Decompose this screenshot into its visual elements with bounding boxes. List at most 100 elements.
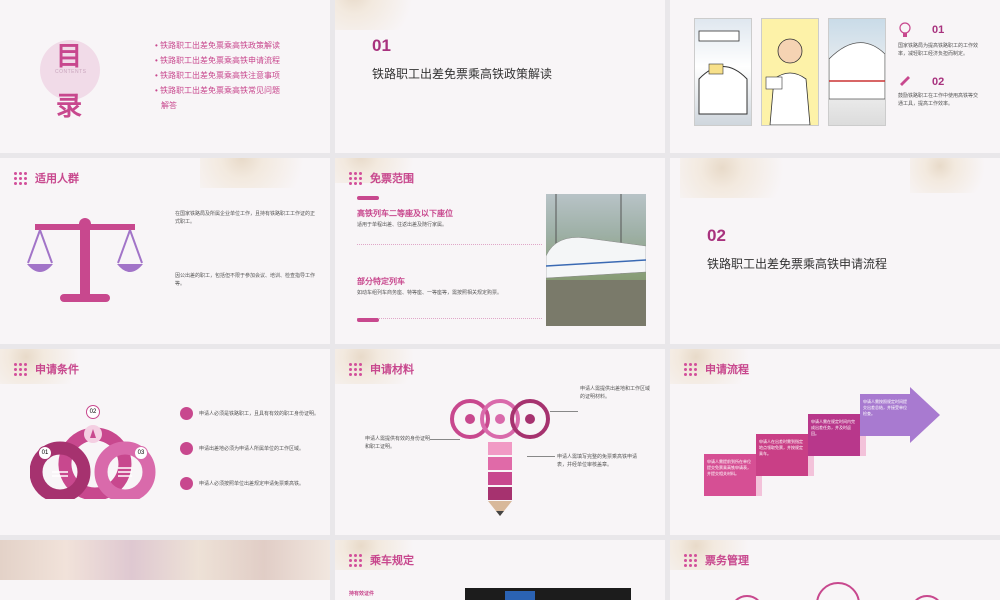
slide-applicable[interactable]: 适用人群 在国家铁路局及所属企业单位工作，且持有铁路职工工作证的正式职工。 因公…: [0, 158, 330, 344]
accent-bar-bottom: [357, 318, 379, 322]
dots-icon: [684, 362, 697, 376]
slide-policy[interactable]: 01 国家铁路局为提高铁路职工的工作效率，减轻职工经济负担而制定。 02 鼓励铁…: [670, 0, 1000, 153]
list-icon: [180, 477, 193, 490]
stair-side-1: [756, 476, 762, 496]
cartoon-image-hsr: [828, 18, 886, 126]
connector-line: [430, 439, 460, 440]
section-title: 铁路职工出差免票乘高铁申请流程: [707, 257, 888, 271]
slide-rules[interactable]: 乘车规定 持有效证件: [335, 540, 665, 600]
pencil-diagram: [445, 394, 555, 524]
process-step-4: 申请人需按照规定时间提交出差总结，并接受单位检查。: [863, 399, 907, 416]
slide-header: 申请流程: [684, 361, 749, 377]
process-step-2: 申请人在出差时需到指定地点领取免票，并按规定乘车。: [759, 439, 803, 456]
high-speed-train-icon: [545, 194, 647, 326]
flower-decoration: [680, 158, 820, 198]
material-text-3: 申请人需填写完整的免票乘高铁申请表，并经单位审核盖章。: [557, 454, 638, 468]
slide-toc[interactable]: 目 CONTENTS 录 • 铁路职工出差免票乘高铁政策解读 • 铁路职工出差免…: [0, 0, 330, 153]
slide-process[interactable]: 申请流程 申请人需提前到所在单位提交免票乘高铁申请表，并提交相关材料。 申请人在…: [670, 349, 1000, 535]
rules-subheading: 持有效证件: [349, 591, 375, 597]
flower-decoration: [0, 540, 330, 580]
stair-side-2: [808, 456, 814, 476]
scale-icon: [25, 208, 155, 313]
slide-header: 乘车规定: [349, 552, 414, 568]
slide-section-2[interactable]: 02 铁路职工出差免票乘高铁申请流程: [670, 158, 1000, 344]
slide-title: 申请条件: [35, 364, 79, 376]
slide-title: 乘车规定: [370, 555, 414, 567]
toc-item[interactable]: • 铁路职工出差免票乘高铁政策解读: [155, 38, 280, 53]
section-number: 01: [372, 36, 391, 55]
slide-header: 申请条件: [14, 361, 79, 377]
accent-bar-top: [357, 196, 379, 200]
dots-icon: [684, 553, 697, 567]
stair-side-3: [860, 436, 866, 456]
clock-icon: [816, 582, 860, 600]
rocket-icon: [180, 442, 193, 455]
dotted-divider: [357, 244, 542, 245]
bulb-icon: [898, 22, 912, 43]
toc-item-continued[interactable]: 解答: [155, 98, 280, 113]
cycle-num-01: 01: [38, 446, 52, 460]
scope-text-2: 如动车组列车商务座、特等座、一等座等，需按照相关规定购票。: [357, 290, 503, 296]
toc-title-char-1: 目: [56, 41, 83, 71]
slide-title: 申请材料: [370, 364, 414, 376]
process-step-3: 申请人需在规定时间内完成出差任务，并及时返回。: [811, 419, 855, 436]
condition-item: 申请人必须按照单位出差规定申请免票乘高铁。: [180, 477, 329, 490]
slide-materials[interactable]: 申请材料 申请人需提供出差地和工作区域的证明材料。 申请人需提供有效的身份证明和…: [335, 349, 665, 535]
slide-title: 适用人群: [35, 173, 79, 185]
scope-heading-1: 高铁列车二等座及以下座位: [357, 209, 453, 218]
toc-title-char-2: 录: [56, 91, 83, 121]
cycle-num-02: 02: [86, 405, 100, 419]
material-text-2: 申请人需提供有效的身份证明和职工证明。: [365, 436, 431, 450]
process-step-1: 申请人需提前到所在单位提交免票乘高铁申请表，并提交相关材料。: [707, 459, 751, 476]
dots-icon: [349, 171, 362, 185]
connector-line: [527, 456, 555, 457]
flower-decoration: [335, 0, 445, 30]
scope-heading-2: 部分特定列车: [357, 277, 405, 286]
man-icon: [765, 38, 811, 126]
arrow-head: [910, 387, 940, 443]
toc-item[interactable]: • 铁路职工出差免票乘高铁注意事项: [155, 68, 280, 83]
dots-icon: [349, 553, 362, 567]
station-photo: [465, 588, 631, 600]
slide-header: 票务管理: [684, 552, 749, 568]
dots-icon: [349, 362, 362, 376]
slide-conditions[interactable]: 申请条件 02 01 03 申请人必须是铁路职工，且具有有效的职工身份证明。 申…: [0, 349, 330, 535]
scope-text-1: 适用于单程出差、往返出差及随行家属。: [357, 222, 448, 228]
dotted-divider: [357, 318, 542, 319]
flower-decoration: [200, 158, 330, 188]
slide-scope[interactable]: 免票范围 高铁列车二等座及以下座位 适用于单程出差、往返出差及随行家属。 部分特…: [335, 158, 665, 344]
eye-icon: [180, 407, 193, 420]
slide-title: 申请流程: [705, 364, 749, 376]
toc-item[interactable]: • 铁路职工出差免票乘高铁申请流程: [155, 53, 280, 68]
slide-header: 申请材料: [349, 361, 414, 377]
policy-point-2-text: 鼓励铁路职工在工作中使用高铁等交通工具，提高工作效率。: [898, 93, 979, 107]
toc-list: • 铁路职工出差免票乘高铁政策解读 • 铁路职工出差免票乘高铁申请流程 • 铁路…: [155, 38, 280, 113]
pencil-icon: [898, 72, 912, 91]
applicable-text-2: 因公出差的职工，包括但不限于参加会议、培训、检查指导工作等。: [175, 273, 316, 287]
dots-icon: [14, 171, 27, 185]
policy-point-2-num: 02: [932, 76, 945, 88]
clock-icon: [910, 595, 944, 600]
cycle-num-03: 03: [134, 446, 148, 460]
cartoon-image-train: [694, 18, 752, 126]
section-number: 02: [707, 226, 726, 245]
slide-title: 票务管理: [705, 555, 749, 567]
toc-subtitle: CONTENTS: [55, 69, 87, 75]
connector-line: [550, 411, 578, 412]
slide-header: 适用人群: [14, 170, 79, 186]
slide-title: 免票范围: [370, 173, 414, 185]
clock-icon: [730, 595, 764, 600]
slide-section-1[interactable]: 01 铁路职工出差免票乘高铁政策解读: [335, 0, 665, 153]
train-photo: [545, 194, 647, 326]
condition-item: 申请人必须是铁路职工，且具有有效的职工身份证明。: [180, 407, 329, 420]
slide-flowers[interactable]: [0, 540, 330, 600]
policy-point-1-text: 国家铁路局为提高铁路职工的工作效率，减轻职工经济负担而制定。: [898, 43, 979, 57]
condition-item: 申请出差地必须为申请人所属单位的工作区域。: [180, 442, 329, 455]
train-icon: [698, 30, 748, 115]
toc-item[interactable]: • 铁路职工出差免票乘高铁常见问题: [155, 83, 280, 98]
slide-ticketing[interactable]: 票务管理: [670, 540, 1000, 600]
applicable-text-1: 在国家铁路局及所属企业单位工作，且持有铁路职工工作证的正式职工。: [175, 211, 316, 225]
slide-header: 免票范围: [349, 170, 414, 186]
policy-point-1-num: 01: [932, 24, 945, 36]
flower-decoration: [910, 158, 1000, 193]
